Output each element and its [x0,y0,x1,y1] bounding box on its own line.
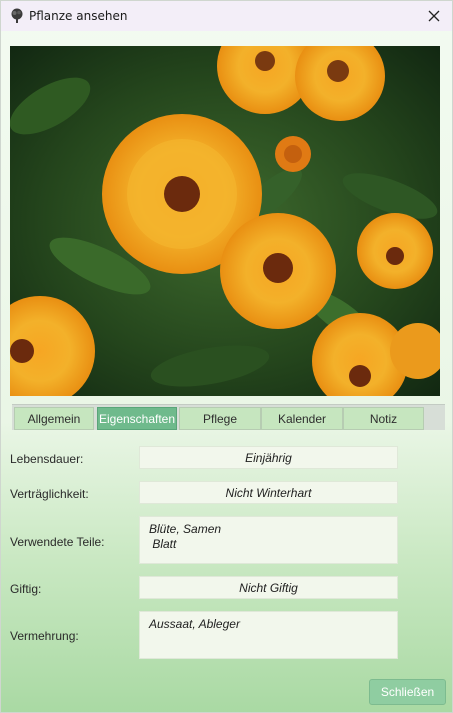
vermehrung-value: Aussaat, Ableger [139,611,398,659]
tab-pflege[interactable]: Pflege [179,407,261,430]
lebensdauer-value: Einjährig [139,446,398,469]
close-icon [428,10,440,22]
tab-eigenschaften[interactable]: Eigenschaften [97,407,177,430]
vertraeglichkeit-label: Verträglichkeit: [10,487,89,501]
verwendete-teile-label: Verwendete Teile: [10,535,105,549]
close-window-button[interactable] [416,1,452,31]
calendula-flower-image [10,46,440,396]
close-button[interactable]: Schließen [369,679,446,705]
window-title: Pflanze ansehen [29,9,128,23]
verwendete-teile-value: Blüte, Samen Blatt [139,516,398,564]
vermehrung-label: Vermehrung: [10,629,79,643]
vertraeglichkeit-value: Nicht Winterhart [139,481,398,504]
tab-allgemein[interactable]: Allgemein [14,407,94,430]
lebensdauer-label: Lebensdauer: [10,452,84,466]
giftig-label: Giftig: [10,582,42,596]
tab-kalender[interactable]: Kalender [261,407,343,430]
tab-bar: Allgemein Eigenschaften Pflege Kalender … [12,404,445,430]
tab-notiz[interactable]: Notiz [343,407,424,430]
giftig-value: Nicht Giftig [139,576,398,599]
title-bar: Pflanze ansehen [1,1,452,31]
tree-icon [11,8,23,23]
plant-photo [10,46,440,396]
plant-view-window: Pflanze ansehen Allgemein Eigenschaften … [0,0,453,713]
